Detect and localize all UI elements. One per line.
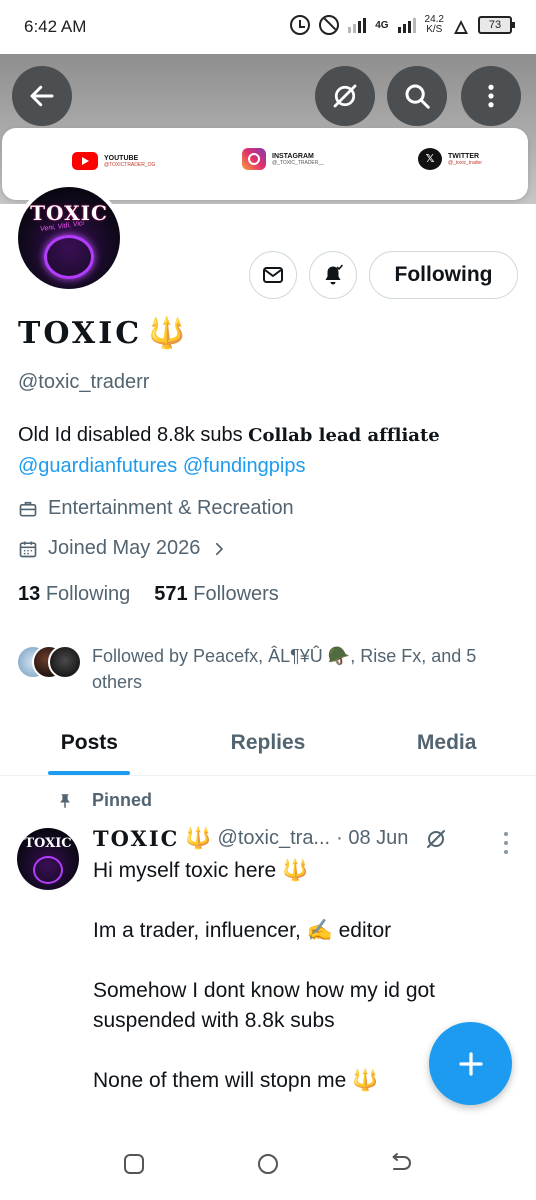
tab-posts[interactable]: Posts (0, 720, 179, 775)
twitter-label: TWITTER (448, 152, 480, 160)
system-nav-bar (0, 1130, 536, 1200)
avatar (48, 645, 82, 679)
instagram-icon (242, 148, 266, 170)
more-vertical-icon (488, 84, 494, 108)
avatar-glow-ring (44, 235, 94, 279)
calendar-icon (19, 541, 37, 557)
pin-icon (60, 793, 70, 808)
followers-stat[interactable]: 571 Followers (154, 583, 279, 606)
bio-text: Old Id disabled 8.8k subs (18, 424, 249, 446)
dot (504, 841, 508, 845)
bio-link-guardianfutures[interactable]: @guardianfutures (18, 455, 177, 477)
search-button[interactable] (387, 66, 447, 126)
trident-emoji: 🔱 (148, 317, 186, 350)
pinned-text: Pinned (92, 790, 153, 810)
following-button[interactable]: Following (369, 251, 518, 299)
banner-twitter: 𝕏 TWITTER @_toxic_trader (418, 148, 482, 170)
post-avatar-logo: TOXIC (24, 836, 72, 851)
profile-handle: @toxic_traderr (18, 371, 150, 393)
tab-replies[interactable]: Replies (179, 720, 358, 775)
instagram-handle: @_TOXIC_TRADER__ (272, 159, 324, 166)
alarm-icon (290, 15, 311, 35)
bio-link-fundingpips[interactable]: @fundingpips (183, 455, 306, 477)
back-button[interactable] (12, 66, 72, 126)
grok-button[interactable] (315, 66, 375, 126)
recents-square-icon[interactable] (122, 1152, 146, 1176)
search-icon (405, 84, 430, 109)
trident-emoji: 🔱 (185, 826, 212, 850)
display-name: TOXIC 🔱 (18, 316, 185, 351)
x-icon: 𝕏 (418, 148, 442, 170)
dot (504, 850, 508, 854)
grok-icon (333, 84, 357, 108)
profile-bio: Old Id disabled 8.8k subs 𝐂𝐨𝐥𝐥𝐚𝐛 𝐥𝐞𝐚𝐝 𝐚𝐟… (18, 420, 518, 481)
profile-tabs: Posts Replies Media (0, 720, 536, 776)
chevron-right-icon (216, 542, 224, 555)
joined-text: Joined May 2026 (48, 537, 201, 559)
profile-category: Entertainment & Recreation (18, 497, 294, 520)
following-stat[interactable]: 13 Following (18, 583, 130, 606)
follow-stats: 13 Following 571 Followers (18, 583, 279, 606)
more-button[interactable] (461, 66, 521, 126)
mail-icon (263, 267, 283, 283)
bio-styled-text: 𝐂𝐨𝐥𝐥𝐚𝐛 𝐥𝐞𝐚𝐝 𝐚𝐟𝐟𝐥𝐢𝐚𝐭𝐞 (248, 425, 440, 446)
profile-avatar[interactable]: TOXIC Veni, Vidi, Vici (14, 183, 124, 293)
post-author-name[interactable]: TOXIC (93, 826, 179, 851)
grok-icon[interactable] (424, 827, 448, 851)
post-author-avatar[interactable]: TOXIC (17, 828, 79, 890)
twitter-handle: @_toxic_trader (448, 159, 482, 166)
banner-instagram: INSTAGRAM @_TOXIC_TRADER__ (242, 148, 324, 170)
compose-post-button[interactable] (429, 1022, 512, 1105)
youtube-icon (72, 152, 98, 170)
bell-check-icon (325, 264, 343, 285)
battery-icon: 73 (478, 16, 515, 34)
do-not-disturb-icon (319, 15, 340, 35)
back-icon[interactable] (388, 1152, 414, 1176)
post-avatar-glow (33, 856, 63, 884)
banner-youtube: YOUTUBE @TOXICTRADER_OG (72, 152, 155, 170)
dot (504, 832, 508, 836)
post-line: Hi myself toxic here 🔱 (93, 859, 309, 882)
profile-banner[interactable]: YOUTUBE @TOXICTRADER_OG INSTAGRAM @_TOXI… (0, 54, 536, 204)
message-button[interactable] (249, 251, 297, 299)
signal-icon (397, 17, 416, 33)
pinned-label: Pinned (56, 790, 152, 811)
flask-icon (453, 16, 469, 34)
status-time: 6:42 AM (24, 17, 87, 36)
home-circle-icon[interactable] (256, 1152, 280, 1176)
followed-by-text: Followed by Peacefx, ÂL¶¥Û 🪖, Rise Fx, a… (92, 646, 477, 692)
network-speed: 24.2 K/S (424, 14, 444, 35)
tab-media[interactable]: Media (357, 720, 536, 775)
youtube-handle: @TOXICTRADER_OG (104, 161, 156, 168)
display-name-text: TOXIC (18, 316, 143, 351)
category-text: Entertainment & Recreation (48, 497, 294, 519)
followed-by[interactable]: Followed by Peacefx, ÂL¶¥Û 🪖, Rise Fx, a… (16, 643, 516, 695)
followed-by-avatars (16, 643, 82, 679)
network-type: 4G (375, 19, 389, 31)
profile-joined[interactable]: Joined May 2026 (18, 537, 228, 560)
post-header: TOXIC 🔱 @toxic_tra... · 08 Jun (93, 826, 448, 851)
plus-icon (458, 1051, 483, 1076)
briefcase-icon (19, 501, 37, 516)
status-icons: 4G 24.2 K/S 73 (290, 14, 515, 35)
instagram-label: INSTAGRAM (272, 152, 314, 160)
notifications-button[interactable] (309, 251, 357, 299)
post-date[interactable]: · 08 Jun (336, 827, 408, 850)
back-arrow-icon (30, 85, 54, 107)
post-author-handle[interactable]: @toxic_tra... (218, 827, 331, 850)
status-bar: 6:42 AM 4G 24.2 K/S 73 (0, 0, 536, 54)
post-line: Im a trader, influencer, ✍️ editor (93, 919, 392, 942)
youtube-label: YOUTUBE (104, 154, 139, 162)
signal-icon (348, 17, 367, 33)
post-more-button[interactable] (500, 832, 512, 854)
